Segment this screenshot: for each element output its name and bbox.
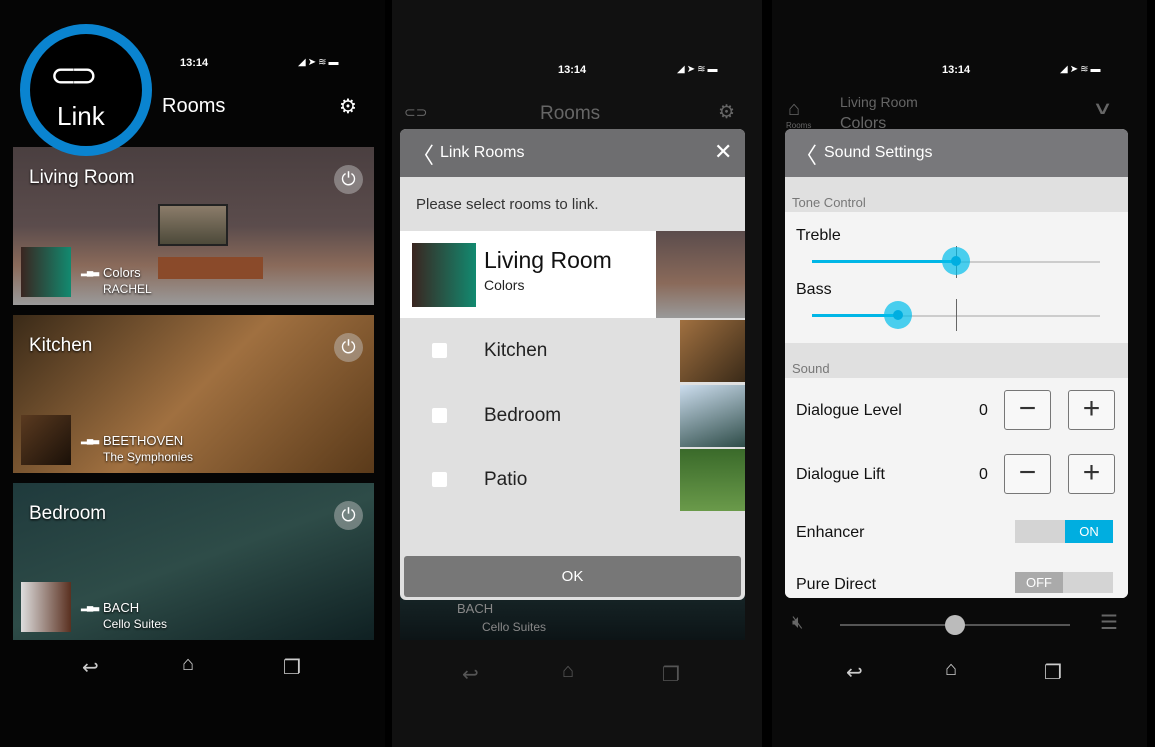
room-thumbnail	[680, 385, 745, 447]
room-name: Living Room	[840, 94, 918, 110]
panel-title: Sound Settings	[824, 144, 933, 161]
back-icon[interactable]: ↩	[462, 662, 479, 687]
link-icon: ⊂⊃	[404, 104, 428, 120]
dialogue-lift-plus-button[interactable]: +	[1068, 454, 1115, 494]
link-icon: ⊂⊃	[50, 57, 98, 93]
status-icons: ◢➤≋▬	[677, 64, 720, 75]
equalizer-icon: ▂▄▃	[81, 601, 99, 611]
page-title: Rooms	[540, 103, 601, 124]
room-thumbnail	[680, 320, 745, 382]
section-label: Tone Control	[792, 195, 866, 210]
enhancer-toggle[interactable]: ON	[1015, 520, 1113, 543]
status-time: 13:14	[558, 64, 587, 76]
room-name: Patio	[484, 469, 528, 490]
checkbox[interactable]	[432, 408, 447, 423]
home-icon[interactable]: ⌂	[562, 660, 574, 683]
ok-button[interactable]: OK	[404, 556, 741, 597]
mute-icon[interactable]: 🔇︎	[792, 612, 803, 633]
dialogue-level-label: Dialogue Level	[796, 402, 902, 419]
back-chevron-icon[interactable]: 〈	[795, 138, 817, 170]
back-icon[interactable]: ↩	[82, 655, 99, 680]
chevron-down-icon[interactable]: ∨	[1092, 98, 1113, 119]
album-art	[412, 243, 476, 307]
link-badge-label: Link	[57, 101, 105, 131]
panel-header: 〈 Sound Settings	[785, 129, 1128, 177]
checkbox[interactable]	[432, 343, 447, 358]
track-artist: Cello Suites	[482, 620, 547, 634]
toggle-state: ON	[1065, 520, 1113, 543]
recent-apps-icon[interactable]: ❐	[662, 662, 680, 687]
section-label: Sound	[792, 361, 830, 376]
room-option-bedroom[interactable]: Bedroom	[400, 385, 680, 447]
track-title: Colors	[484, 277, 525, 293]
equalizer-icon: ▂▄▃	[81, 266, 99, 276]
treble-label: Treble	[796, 227, 841, 244]
track-artist: Cello Suites	[103, 617, 168, 631]
pure-direct-toggle[interactable]: OFF	[1015, 572, 1113, 593]
room-card-kitchen[interactable]: Kitchen ⏻ ▂▄▃ BEETHOVEN The Symphonies	[13, 315, 374, 473]
dialogue-lift-value: 0	[979, 466, 988, 483]
track-artist: RACHEL	[103, 282, 152, 296]
toggle-state: OFF	[1015, 572, 1063, 593]
gear-icon[interactable]: ⚙	[339, 94, 357, 119]
album-art	[21, 247, 71, 297]
track-title: BACH	[103, 600, 140, 615]
pure-direct-label: Pure Direct	[796, 576, 877, 593]
track-artist: The Symphonies	[103, 450, 194, 464]
dialogue-level-plus-button[interactable]: +	[1068, 390, 1115, 430]
room-name: Kitchen	[484, 340, 548, 361]
recent-apps-icon[interactable]: ❐	[1044, 660, 1062, 685]
room-option-patio[interactable]: Patio	[400, 449, 680, 511]
power-icon[interactable]: ⏻	[334, 333, 363, 362]
back-icon[interactable]: ↩	[846, 660, 863, 685]
room-name: Living Room	[29, 167, 135, 188]
bass-label: Bass	[796, 281, 832, 298]
page-title: Rooms	[162, 95, 226, 117]
rooms-icon[interactable]: ⌂	[788, 98, 800, 121]
link-badge: ⊂⊃ Link	[20, 24, 152, 156]
enhancer-label: Enhancer	[796, 524, 865, 541]
room-name: Living Room	[484, 247, 612, 273]
track-title: Colors	[103, 265, 141, 280]
volume-thumb[interactable]	[945, 615, 965, 635]
equalizer-settings-icon[interactable]: ☰	[1100, 610, 1118, 635]
close-icon[interactable]: ✕	[714, 139, 732, 165]
room-name: Bedroom	[484, 405, 562, 426]
dialog-header: 〈 Link Rooms ✕	[400, 129, 745, 177]
room-thumbnail	[656, 231, 745, 318]
current-room-row: Living Room Colors	[400, 231, 656, 318]
dialogue-lift-label: Dialogue Lift	[796, 466, 885, 483]
recent-apps-icon[interactable]: ❐	[283, 655, 301, 680]
equalizer-icon: ▂▄▃	[81, 434, 99, 444]
dialogue-lift-minus-button[interactable]: −	[1004, 454, 1051, 494]
back-chevron-icon[interactable]: 〈	[412, 138, 434, 170]
status-icons: ◢➤≋▬	[298, 57, 341, 68]
room-card-living-room[interactable]: Living Room ⏻ ▂▄▃ Colors RACHEL	[13, 147, 374, 305]
gear-icon: ⚙	[718, 102, 736, 123]
status-icons: ◢➤≋▬	[1060, 64, 1103, 75]
album-art	[21, 415, 71, 465]
room-option-kitchen[interactable]: Kitchen	[400, 320, 680, 382]
track-title: BEETHOVEN	[103, 433, 184, 448]
home-icon[interactable]: ⌂	[182, 653, 194, 676]
track-title: BACH	[457, 601, 494, 616]
room-thumbnail	[680, 449, 745, 511]
room-card-bedroom[interactable]: Bedroom ⏻ ▂▄▃ BACH Cello Suites	[13, 483, 374, 640]
phone-rooms: 13:14 ◢➤≋▬ Rooms ⚙ Living Room ⏻ ▂▄▃ Col…	[0, 0, 385, 747]
dialogue-level-minus-button[interactable]: −	[1004, 390, 1051, 430]
dialogue-level-value: 0	[979, 402, 988, 419]
power-icon[interactable]: ⏻	[334, 501, 363, 530]
room-name: Kitchen	[29, 335, 93, 356]
treble-thumb[interactable]	[942, 247, 970, 275]
dialog-title: Link Rooms	[440, 144, 525, 161]
album-art	[21, 582, 71, 632]
dialog-prompt: Please select rooms to link.	[416, 196, 599, 213]
checkbox[interactable]	[432, 472, 447, 487]
home-icon[interactable]: ⌂	[945, 658, 957, 681]
status-time: 13:14	[942, 64, 971, 76]
power-icon[interactable]: ⏻	[334, 165, 363, 194]
status-time: 13:14	[180, 57, 209, 69]
room-name: Bedroom	[29, 503, 107, 524]
